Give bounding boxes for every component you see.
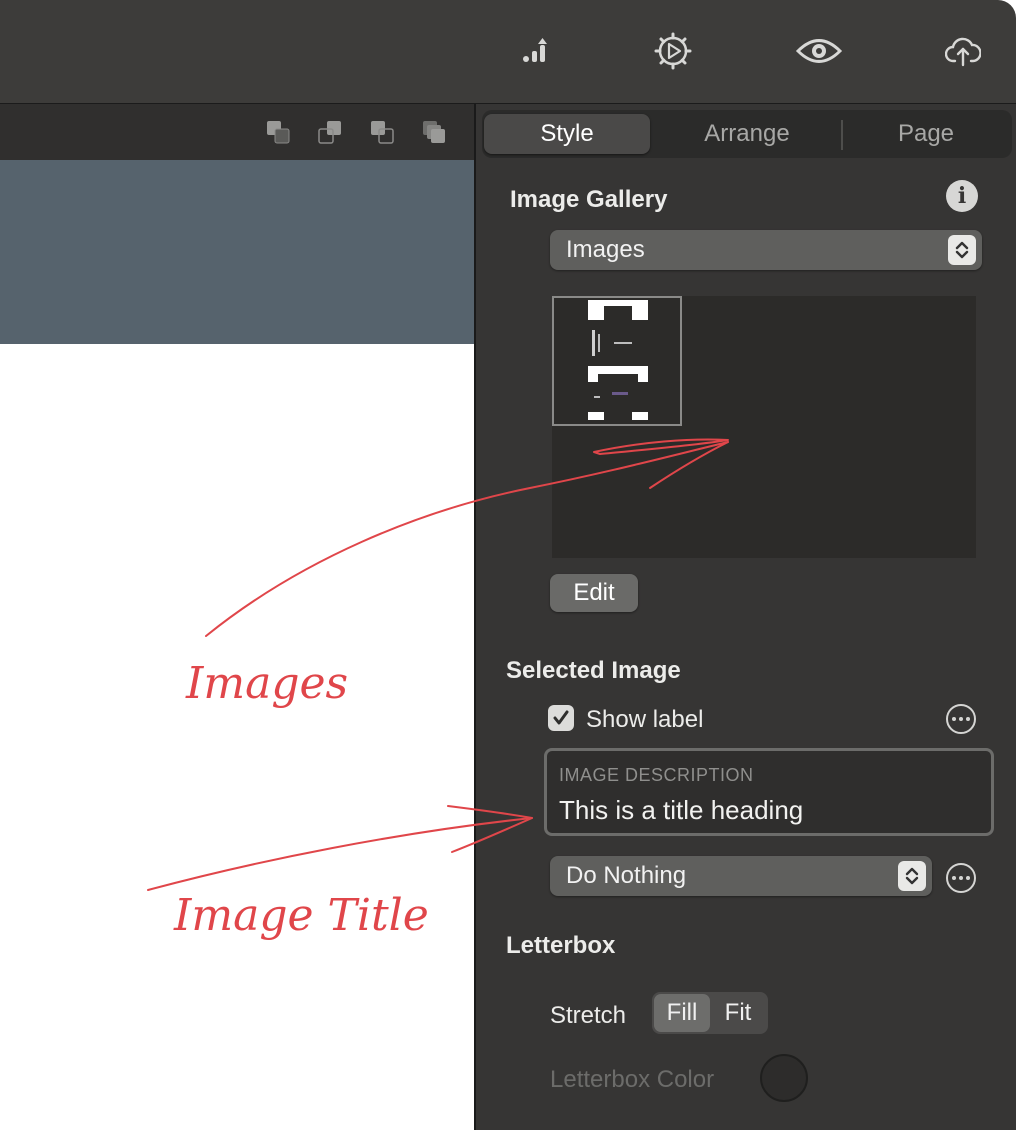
image-description-label: IMAGE DESCRIPTION [559, 765, 754, 785]
action-more-options-icon[interactable] [946, 863, 976, 893]
selected-image-title: Selected Image [506, 657, 681, 684]
show-label-text[interactable]: Show label [586, 706, 703, 734]
gallery-thumbnail[interactable] [552, 296, 682, 426]
page-canvas[interactable] [0, 344, 474, 1130]
click-action-value: Do Nothing [566, 862, 687, 889]
letterbox-title: Letterbox [506, 932, 616, 959]
send-backward-icon[interactable] [316, 118, 344, 146]
page-header-block[interactable] [0, 160, 474, 344]
arrange-bar [0, 104, 474, 160]
window-toolbar [0, 0, 1016, 104]
segment-fill[interactable]: Fill [654, 994, 710, 1032]
stretch-segmented-control: Fill Fit [652, 992, 768, 1034]
inspector-panel: Style Arrange Page Image Gallery i Image… [474, 104, 1016, 1130]
bring-forward-icon[interactable] [368, 118, 396, 146]
click-action-popup[interactable]: Do Nothing [550, 856, 932, 896]
send-to-back-icon[interactable] [264, 118, 292, 146]
popup-stepper-icon [898, 861, 926, 891]
checkmark-icon [553, 710, 569, 725]
tab-divider [841, 120, 843, 150]
bring-to-front-icon[interactable] [420, 118, 448, 146]
edit-gallery-button[interactable]: Edit [550, 574, 638, 612]
inspector-tabs: Style Arrange Page [482, 110, 1012, 158]
stats-icon[interactable] [512, 28, 558, 74]
tab-page[interactable]: Page [844, 114, 1008, 154]
upload-icon[interactable] [940, 28, 986, 74]
settings-icon[interactable] [650, 28, 696, 74]
tab-arrange[interactable]: Arrange [662, 114, 832, 154]
image-gallery-title: Image Gallery [510, 186, 668, 213]
stretch-label: Stretch [550, 1002, 627, 1029]
popup-stepper-icon [948, 235, 976, 265]
image-description-field[interactable]: IMAGE DESCRIPTION This is a title headin… [544, 748, 994, 836]
image-description-value[interactable]: This is a title heading [559, 795, 803, 826]
info-icon[interactable]: i [946, 180, 978, 212]
more-options-icon[interactable] [946, 704, 976, 734]
letterbox-color-well[interactable] [760, 1054, 808, 1102]
gallery-well[interactable] [552, 296, 976, 558]
letterbox-color-label: Letterbox Color [550, 1066, 715, 1093]
segment-fit[interactable]: Fit [710, 994, 766, 1032]
preview-icon[interactable] [796, 28, 842, 74]
thumbnail-image [588, 300, 648, 420]
tab-style[interactable]: Style [484, 114, 650, 154]
gallery-source-value: Images [566, 236, 645, 263]
show-label-checkbox[interactable] [548, 705, 574, 731]
gallery-source-popup[interactable]: Images [550, 230, 982, 270]
